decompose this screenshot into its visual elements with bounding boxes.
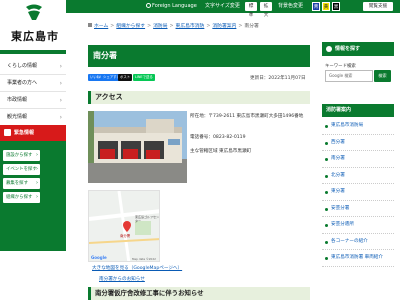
- breadcrumb-station-guide[interactable]: 消防署案内: [212, 24, 236, 29]
- notice-heading: 南分署仮庁舎改修工事に伴うお知らせ: [88, 287, 310, 300]
- find-event-button[interactable]: イベントを探す: [3, 164, 40, 175]
- emergency-info-button[interactable]: 緊急情報: [0, 125, 66, 141]
- sidebar-nav: くらしの情報 事業者の方へ 市政情報 観光情報: [0, 58, 66, 126]
- font-large-button[interactable]: 拡大: [260, 2, 272, 18]
- access-heading: アクセス: [88, 91, 310, 104]
- find-organization-button[interactable]: 組織から探す: [3, 192, 40, 203]
- google-logo: Google: [91, 255, 107, 260]
- find-info-heading: 情報を探す: [322, 42, 394, 56]
- guide-link-south[interactable]: 南分署: [322, 151, 394, 168]
- sidebar-item-city-info[interactable]: 市政情報: [0, 92, 66, 109]
- x-post-button[interactable]: ポスト: [118, 74, 133, 81]
- find-facility-button[interactable]: 施設から探す: [3, 150, 40, 161]
- sidebar: 東広島市 くらしの情報 事業者の方へ 市政情報 観光情報 緊急情報 施設から探す…: [0, 0, 66, 300]
- guide-link-fire-bureau[interactable]: 東広島市消防局: [322, 118, 394, 135]
- bg-color-label: 背景色変更: [278, 3, 304, 9]
- foreign-language-link[interactable]: Foreign Language: [146, 2, 197, 11]
- station-guide-heading: 消防署案内: [322, 104, 394, 117]
- page: 東広島市 くらしの情報 事業者の方へ 市政情報 観光情報 緊急情報 施設から探す…: [0, 0, 400, 300]
- find-panel: 施設から探す イベントを探す 募集を探す 組織から探す: [0, 141, 66, 251]
- breadcrumb-current: 南分署: [244, 24, 259, 29]
- breadcrumb-fire-dept[interactable]: 東広島市消防: [176, 24, 205, 29]
- embedded-map[interactable]: 東広島ゴルフセンター 南分署 Google Map data ©2022: [88, 190, 160, 262]
- station-guide-list: 東広島市消防局 西分署 南分署 北分署 東分署 安芸分署 安芸分遣所 各コーナー…: [322, 118, 394, 267]
- map-place-label: 南分署: [120, 234, 131, 238]
- bg-color-blue-button[interactable]: 青: [312, 2, 320, 11]
- guide-link-aki[interactable]: 安芸分署: [322, 201, 394, 217]
- station-photo: [88, 111, 187, 183]
- breadcrumb-home[interactable]: ホーム: [94, 24, 108, 29]
- map-copyright: Map data ©2022: [132, 257, 156, 261]
- large-map-link[interactable]: 大きな地図を見る（GoogleMapページへ）: [92, 265, 182, 271]
- sidebar-item-living[interactable]: くらしの情報: [0, 58, 66, 75]
- sidebar-divider: [0, 50, 66, 54]
- breadcrumb: ホーム > 組織から探す > 消防局 > 東広島市消防 > 消防署案内 > 南分署: [88, 22, 259, 29]
- area-text: 主な管轄区域 東広島市黒瀬町: [190, 149, 252, 154]
- search-icon: [326, 46, 332, 52]
- emergency-label: 緊急情報: [14, 130, 35, 136]
- alert-icon: [4, 129, 11, 136]
- site-name[interactable]: 東広島市: [11, 28, 59, 44]
- breadcrumb-fire-bureau[interactable]: 消防局: [153, 24, 167, 29]
- font-size-label: 文字サイズ変更: [205, 3, 240, 9]
- city-logo-icon[interactable]: [24, 3, 44, 21]
- map-canvas: [89, 191, 159, 261]
- utility-bar: Foreign Language 文字サイズ変更 標準 拡大 背景色変更 青 黄…: [66, 0, 400, 18]
- guide-link-north[interactable]: 北分署: [322, 168, 394, 184]
- globe-icon: [146, 3, 151, 8]
- guide-link-vehicles[interactable]: 東広島市消防署 車両紹介: [322, 250, 394, 267]
- home-icon: [88, 23, 92, 27]
- map-shop-label: 東広島ゴルフセンター: [135, 215, 160, 223]
- line-send-button[interactable]: LINEで送る: [133, 74, 155, 81]
- bg-color-black-button[interactable]: 黒: [332, 2, 340, 11]
- sidebar-item-business[interactable]: 事業者の方へ: [0, 75, 66, 92]
- sidebar-item-tourism[interactable]: 観光情報: [0, 109, 66, 126]
- breadcrumb-organization[interactable]: 組織から探す: [116, 24, 145, 29]
- reading-support-button[interactable]: 閲覧支援: [363, 2, 393, 11]
- page-title: 南分署: [88, 45, 310, 67]
- search-button[interactable]: 検索: [374, 70, 391, 82]
- guide-link-west[interactable]: 西分署: [322, 135, 394, 151]
- foreign-language-label: Foreign Language: [152, 3, 197, 9]
- station-notice-link[interactable]: 南分署からのお知らせ: [99, 276, 145, 282]
- search-input[interactable]: Google 検索: [325, 70, 373, 82]
- address-text: 所在地：〒739-2611 東広島市黒瀬町大多田1496番地: [190, 114, 304, 119]
- find-info-label: 情報を探す: [335, 46, 361, 52]
- phone-text: 電話番号：0823-82-0119: [190, 135, 246, 140]
- keyword-label: キーワード検索: [325, 64, 356, 69]
- guide-link-corners[interactable]: 各コーナーの紹介: [322, 234, 394, 250]
- guide-link-east[interactable]: 東分署: [322, 184, 394, 201]
- guide-link-aki-branch[interactable]: 安芸分遣所: [322, 217, 394, 234]
- bg-color-yellow-button[interactable]: 黄: [322, 2, 330, 11]
- find-recruit-button[interactable]: 募集を探す: [3, 178, 40, 189]
- updated-date: 更新日：2022年11月07日: [250, 76, 306, 81]
- font-standard-button[interactable]: 標準: [245, 2, 257, 18]
